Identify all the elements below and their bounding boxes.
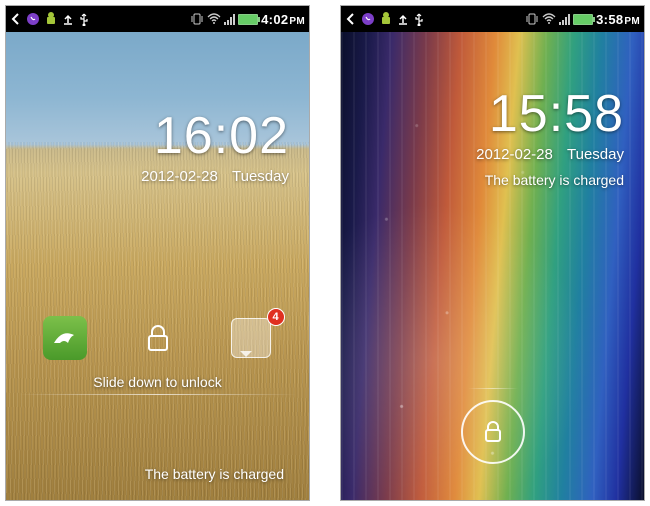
battery-icon: [573, 14, 593, 25]
vibrate-icon: [190, 13, 204, 25]
wifi-icon: [207, 13, 221, 25]
signal-icon: [559, 13, 570, 25]
upload-icon: [62, 13, 74, 25]
battery-icon: [238, 14, 258, 25]
shortcut-messages[interactable]: 4: [223, 314, 279, 362]
dolphin-icon: [43, 316, 87, 360]
upload-icon: [397, 13, 409, 25]
message-badge: 4: [267, 308, 285, 326]
wifi-icon: [542, 13, 556, 25]
lock-icon: [479, 418, 507, 446]
back-icon: [345, 13, 357, 25]
signal-icon: [224, 13, 235, 25]
android-icon: [379, 12, 393, 26]
lock-time: 16:02: [141, 110, 289, 162]
lock-date-line: 2012-02-28 Tuesday: [476, 146, 624, 163]
lock-date-line: 2012-02-28 Tuesday: [141, 168, 289, 185]
wallpaper-wheat: 16:02 2012-02-28 Tuesday: [6, 32, 309, 500]
lock-time: 15:58: [476, 88, 624, 140]
unlock-hint: Slide down to unlock: [18, 374, 297, 390]
unlock-bar[interactable]: 4 Slide down to unlock: [18, 314, 297, 395]
usb-icon: [413, 12, 425, 26]
battery-status-text: The battery is charged: [485, 172, 624, 188]
lock-clock: 15:58 2012-02-28 Tuesday: [476, 88, 624, 163]
status-bar: 3:58PM: [341, 6, 644, 32]
wallpaper-rainbow: 15:58 2012-02-28 Tuesday The battery is …: [341, 32, 644, 500]
message-icon: [231, 318, 271, 358]
lock-icon: [140, 320, 176, 356]
shortcut-browser[interactable]: [37, 314, 93, 362]
vibrate-icon: [525, 13, 539, 25]
divider: [18, 394, 297, 395]
status-bar: 4:02PM: [6, 6, 309, 32]
viber-icon: [26, 12, 40, 26]
battery-status-text: The battery is charged: [145, 466, 284, 482]
phone-screenshot-left: 4:02PM 16:02 2012-02-28 Tuesday: [5, 5, 310, 501]
status-time: 4:02PM: [261, 12, 305, 27]
back-icon: [10, 13, 22, 25]
usb-icon: [78, 12, 90, 26]
status-time: 3:58PM: [596, 12, 640, 27]
unlock-handle[interactable]: [130, 314, 186, 362]
phone-screenshot-right: 3:58PM 15:58 2012-02-28 Tuesday The batt…: [340, 5, 645, 501]
unlock-ring[interactable]: [461, 400, 525, 464]
viber-icon: [361, 12, 375, 26]
lock-clock: 16:02 2012-02-28 Tuesday: [141, 110, 289, 185]
android-icon: [44, 12, 58, 26]
